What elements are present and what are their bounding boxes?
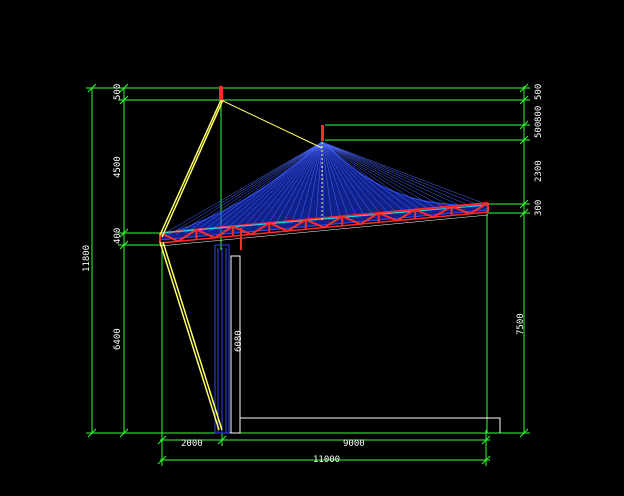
elevation-drawing: 500 4500 400 6400 11800 500 800 500 2300… bbox=[82, 83, 544, 466]
column-label: 6080 bbox=[234, 330, 244, 352]
membrane-canopy bbox=[159, 141, 489, 241]
dim-left-500: 500 bbox=[113, 84, 123, 100]
dim-bottom-total: 11000 bbox=[313, 455, 340, 465]
tension-cables bbox=[159, 99, 323, 431]
dim-bottom-2000: 2000 bbox=[181, 439, 203, 449]
dim-left-total: 11800 bbox=[82, 245, 92, 272]
dim-right-300: 300 bbox=[534, 200, 544, 216]
cad-drawing: 500 4500 400 6400 11800 500 800 500 2300… bbox=[0, 0, 624, 496]
dim-right-7500: 7500 bbox=[516, 313, 526, 335]
dim-right-500: 500 bbox=[534, 84, 544, 100]
dim-left-400: 400 bbox=[113, 228, 123, 244]
dimension-texts: 500 4500 400 6400 11800 500 800 500 2300… bbox=[82, 84, 544, 465]
dim-left-6400: 6400 bbox=[113, 328, 123, 350]
dim-right-800: 800 bbox=[534, 106, 544, 122]
foundation-outline bbox=[239, 417, 501, 433]
dim-bottom-9000: 9000 bbox=[343, 439, 365, 449]
dim-right-2300: 2300 bbox=[534, 160, 544, 182]
dim-left-4500: 4500 bbox=[113, 156, 123, 178]
dim-right-500b: 500 bbox=[534, 122, 544, 138]
